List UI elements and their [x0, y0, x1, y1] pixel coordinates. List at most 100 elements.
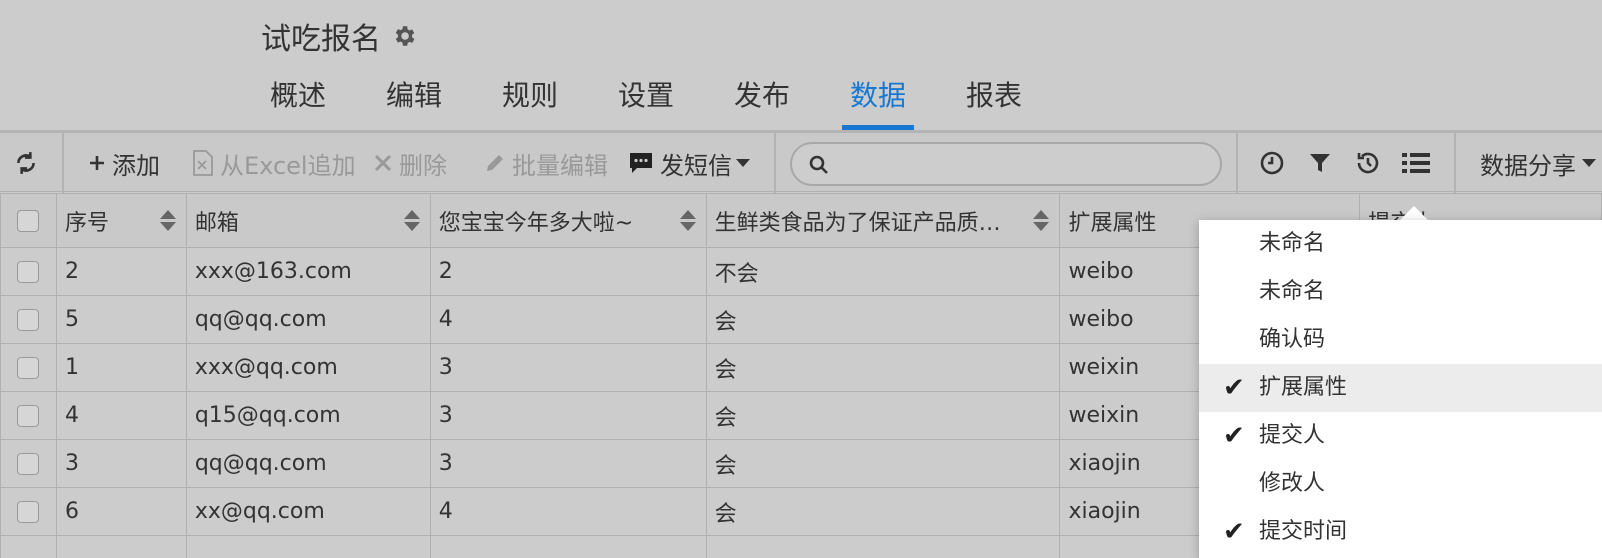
table-cell: qq@qq.com: [185, 295, 431, 344]
column-header-label: 生鲜类食品为了保证产品质…: [714, 210, 1001, 236]
table-cell: 6: [55, 487, 187, 536]
send-sms-button[interactable]: 发短信: [628, 133, 750, 193]
excel-append-button[interactable]: 从Excel追加: [192, 133, 356, 193]
data-share-button[interactable]: 数据分享: [1480, 133, 1596, 193]
menu-item-label: 修改人: [1259, 471, 1326, 496]
table-cell: 5: [55, 295, 187, 344]
tab-data[interactable]: 数据: [820, 72, 936, 130]
column-header-baby-age[interactable]: 您宝宝今年多大啦~: [429, 193, 707, 248]
table-cell: 4: [429, 487, 707, 536]
table-cell: 2: [429, 247, 707, 296]
pencil-icon: [484, 152, 506, 174]
caret-down-icon: [1582, 158, 1596, 168]
table-cell: [429, 535, 707, 558]
batch-edit-button[interactable]: 批量编辑: [484, 133, 608, 193]
table-cell: 会: [705, 295, 1061, 344]
row-select-cell: [0, 295, 57, 344]
filter-icon[interactable]: [1306, 149, 1334, 177]
table-cell: 3: [429, 343, 707, 392]
menu-item-column-modifier[interactable]: 修改人: [1199, 460, 1602, 508]
table-cell: 3: [429, 439, 707, 488]
caret-down-icon: [736, 158, 750, 168]
table-cell: 会: [705, 391, 1061, 440]
table-cell: xx@qq.com: [185, 487, 431, 536]
close-icon: [373, 153, 393, 173]
row-checkbox[interactable]: [17, 357, 40, 379]
row-select-cell: [0, 439, 57, 488]
column-header-label: 扩展属性: [1068, 210, 1157, 236]
form-title: 试吃报名: [261, 22, 381, 57]
table-cell: 不会: [705, 247, 1061, 296]
sort-icon[interactable]: [159, 210, 176, 232]
menu-item-label: 确认码: [1259, 327, 1326, 352]
history-icon[interactable]: [1354, 149, 1382, 177]
column-header-fresh-food[interactable]: 生鲜类食品为了保证产品质…: [705, 193, 1061, 248]
add-label: 添加: [112, 151, 160, 180]
row-checkbox[interactable]: [17, 261, 40, 283]
tab-reports[interactable]: 报表: [936, 72, 1052, 130]
gear-icon[interactable]: [391, 23, 417, 49]
row-checkbox[interactable]: [17, 405, 40, 427]
column-header-label: 邮箱: [194, 210, 239, 236]
row-checkbox[interactable]: [17, 309, 40, 331]
data-toolbar: 添加 从Excel追加 删除 批量编辑 发短信 数据分享: [0, 130, 1602, 193]
table-cell: xxx@qq.com: [185, 343, 431, 392]
table-cell: q15@qq.com: [185, 391, 431, 440]
sort-icon[interactable]: [1033, 210, 1050, 232]
plus-icon: [88, 154, 106, 172]
select-all-cell: [0, 193, 57, 248]
select-all-checkbox[interactable]: [17, 210, 40, 232]
table-cell: [55, 535, 187, 558]
row-select-cell: [0, 343, 57, 392]
menu-item-column-unnamed-2[interactable]: 未命名: [1199, 268, 1602, 316]
tab-settings[interactable]: 设置: [588, 72, 704, 130]
clock-icon[interactable]: [1258, 149, 1286, 177]
search-icon: [808, 154, 830, 180]
tab-publish[interactable]: 发布: [704, 72, 820, 130]
column-header-label: 您宝宝今年多大啦~: [438, 210, 634, 236]
menu-item-column-submitter[interactable]: ✔ 提交人: [1199, 412, 1602, 460]
menu-item-label: 未命名: [1259, 279, 1326, 304]
row-checkbox[interactable]: [17, 501, 40, 523]
row-select-cell: [0, 487, 57, 536]
menu-item-column-confirm-code[interactable]: 确认码: [1199, 316, 1602, 364]
form-title-row: 试吃报名: [261, 14, 417, 58]
tab-overview[interactable]: 概述: [240, 72, 356, 130]
table-cell: 4: [429, 295, 707, 344]
table-cell: 4: [55, 391, 187, 440]
menu-item-column-extended-attr[interactable]: ✔ 扩展属性: [1199, 364, 1602, 412]
column-header-label: 序号: [64, 210, 109, 236]
table-cell: 2: [55, 247, 187, 296]
search-input[interactable]: [790, 142, 1222, 186]
tab-edit[interactable]: 编辑: [356, 72, 472, 130]
menu-item-label: 扩展属性: [1259, 375, 1348, 400]
column-header-email[interactable]: 邮箱: [185, 193, 431, 248]
delete-label: 删除: [399, 151, 447, 180]
add-button[interactable]: 添加: [88, 133, 160, 193]
table-cell: [705, 535, 1061, 558]
row-select-cell: [0, 247, 57, 296]
sort-icon[interactable]: [679, 210, 696, 232]
column-header-index[interactable]: 序号: [55, 193, 187, 248]
refresh-icon[interactable]: [12, 149, 40, 177]
send-sms-label: 发短信: [660, 151, 732, 180]
row-checkbox[interactable]: [17, 453, 40, 475]
table-cell: 1: [55, 343, 187, 392]
column-visibility-menu: 未命名 未命名 确认码 ✔ 扩展属性 ✔ 提交人 修改人 ✔ 提交时间: [1199, 220, 1602, 558]
row-select-cell: [0, 535, 57, 558]
dropdown-caret: [1400, 206, 1428, 220]
data-share-label: 数据分享: [1480, 151, 1576, 180]
table-cell: 会: [705, 343, 1061, 392]
tab-bar: 概述 编辑 规则 设置 发布 数据 报表: [240, 72, 1052, 130]
sort-icon[interactable]: [403, 210, 420, 232]
check-icon: ✔: [1223, 421, 1245, 451]
menu-item-column-unnamed-1[interactable]: 未命名: [1199, 220, 1602, 268]
excel-file-icon: [192, 150, 214, 176]
column-list-icon[interactable]: [1402, 149, 1430, 177]
menu-item-label: 未命名: [1259, 231, 1326, 256]
check-icon: ✔: [1223, 373, 1245, 403]
delete-button[interactable]: 删除: [373, 133, 447, 193]
tab-rules[interactable]: 规则: [472, 72, 588, 130]
menu-item-column-submit-time[interactable]: ✔ 提交时间: [1199, 508, 1602, 556]
table-cell: 3: [55, 439, 187, 488]
